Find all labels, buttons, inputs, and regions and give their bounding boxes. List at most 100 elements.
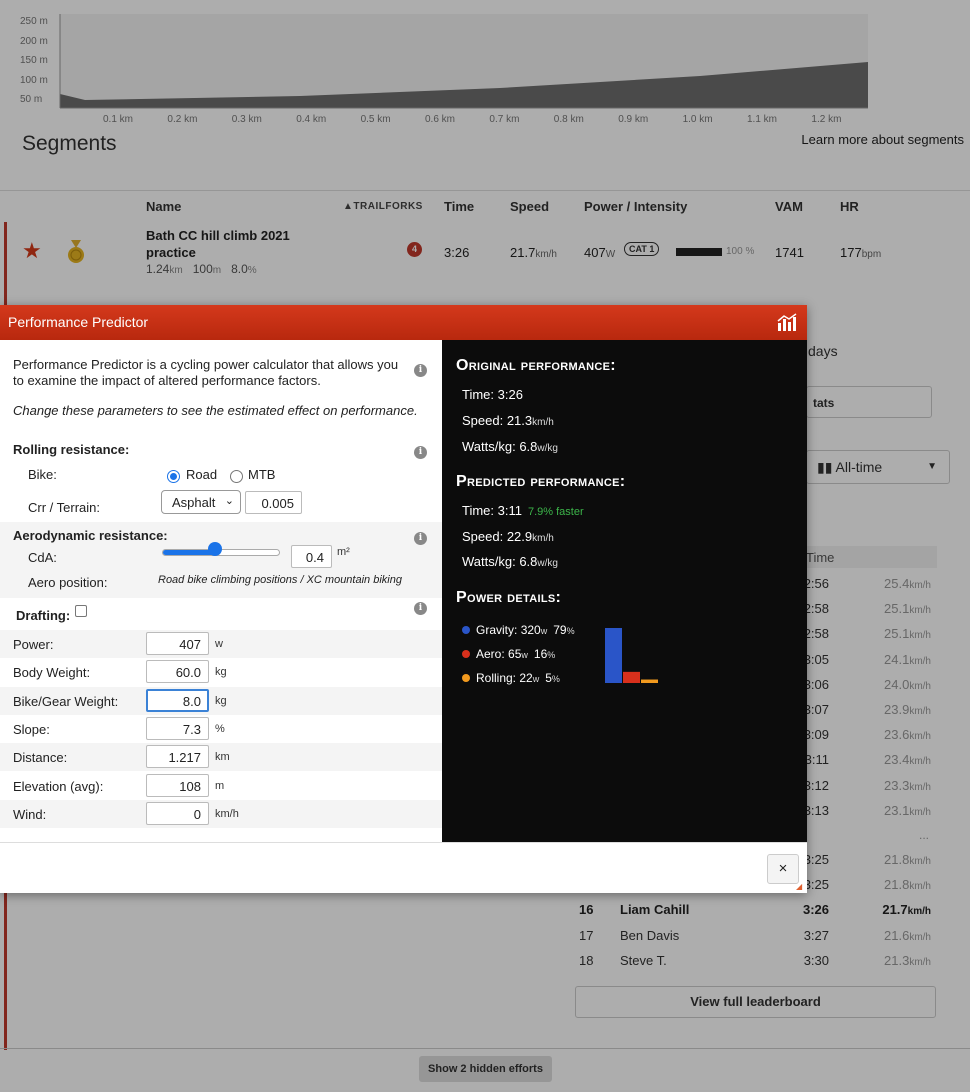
power-label: Aero: bbox=[476, 647, 505, 661]
power-bar bbox=[623, 671, 640, 683]
power-item: Gravity: 320w 79% bbox=[476, 623, 575, 637]
power-percent: 5 bbox=[545, 671, 552, 685]
original-speed-value: 21.3 bbox=[506, 413, 533, 428]
modal-header[interactable]: Performance Predictor bbox=[0, 305, 807, 340]
predicted-title: Predicted performance: bbox=[456, 473, 626, 490]
predicted-wkg-unit: w/kg bbox=[537, 558, 558, 569]
predicted-speed-unit: km/h bbox=[532, 533, 554, 544]
param-row: Body Weight: 60.0 kg bbox=[0, 658, 442, 686]
power-label: Gravity: bbox=[476, 623, 518, 637]
info-icon[interactable]: i bbox=[414, 446, 427, 459]
predicted-wkg: Watts/kg: 6.8w/kg bbox=[462, 554, 558, 569]
param-unit: m bbox=[215, 779, 225, 792]
mtb-radio[interactable] bbox=[230, 470, 243, 483]
param-label: Wind: bbox=[13, 806, 47, 822]
cda-input[interactable]: 0.4 bbox=[291, 545, 332, 568]
drafting-checkbox[interactable] bbox=[75, 605, 87, 617]
performance-predictor-modal: Performance Predictor Performance Predic… bbox=[0, 305, 807, 893]
param-unit: kg bbox=[215, 666, 227, 679]
param-input[interactable]: 1.217 bbox=[146, 745, 209, 769]
cda-unit: m² bbox=[337, 546, 350, 558]
original-wkg-value: 6.8 bbox=[519, 439, 538, 454]
legend-dot bbox=[462, 674, 470, 682]
param-row: Distance: 1.217 km bbox=[0, 743, 442, 772]
original-speed-unit: km/h bbox=[532, 417, 554, 428]
power-unit: w bbox=[521, 650, 528, 660]
original-time-label: Time: bbox=[462, 387, 495, 402]
predicted-wkg-value: 6.8 bbox=[519, 554, 538, 569]
power-percent: 79 bbox=[553, 623, 567, 637]
power-item: Aero: 65w 16% bbox=[476, 647, 555, 661]
parameters-panel: Performance Predictor is a cycling power… bbox=[0, 340, 442, 842]
param-label: Power: bbox=[13, 637, 54, 652]
original-speed: Speed: 21.3km/h bbox=[462, 413, 554, 428]
modal-title: Performance Predictor bbox=[8, 314, 149, 330]
original-wkg-unit: w/kg bbox=[537, 443, 558, 454]
power-label: Rolling: bbox=[476, 671, 517, 685]
chevron-down-icon: ⌄ bbox=[224, 495, 234, 507]
road-label[interactable]: Road bbox=[186, 467, 217, 482]
param-row: Elevation (avg): 108 m bbox=[0, 772, 442, 800]
param-row: Bike/Gear Weight: 8.0 kg bbox=[0, 686, 442, 715]
param-row: Slope: 7.3% bbox=[0, 715, 442, 743]
intro-hint: Change these parameters to see the estim… bbox=[13, 403, 418, 418]
param-row: Wind: 0 km/h bbox=[0, 799, 442, 828]
power-percent: 16 bbox=[533, 647, 548, 661]
results-panel: Original performance: Time: 3:26 Speed: … bbox=[442, 340, 807, 842]
chart-icon bbox=[777, 313, 797, 331]
param-label: Elevation (avg): bbox=[13, 778, 104, 794]
power-title: Power details: bbox=[456, 589, 562, 606]
original-title: Original performance: bbox=[456, 357, 616, 374]
power-value: 320 bbox=[520, 623, 541, 637]
mtb-label[interactable]: MTB bbox=[248, 467, 275, 482]
legend-dot bbox=[462, 626, 470, 634]
param-input[interactable]: 8.0 bbox=[146, 688, 209, 712]
cda-label: CdA: bbox=[28, 550, 57, 565]
crr-label: Crr / Terrain: bbox=[28, 500, 100, 515]
road-radio[interactable] bbox=[167, 470, 180, 483]
param-row: Power: 407 w bbox=[0, 630, 442, 658]
intro-text: Performance Predictor is a cycling power… bbox=[13, 357, 399, 388]
power-item: Rolling: 22w 5% bbox=[476, 671, 560, 685]
faster-badge: 7.9% faster bbox=[528, 506, 584, 518]
param-label: Bike/Gear Weight: bbox=[13, 693, 119, 709]
param-unit: km/h bbox=[215, 807, 239, 820]
predicted-time-value: 3:11 bbox=[497, 503, 522, 518]
predicted-wkg-label: Watts/kg: bbox=[462, 554, 516, 569]
original-speed-label: Speed: bbox=[462, 413, 504, 428]
param-input[interactable]: 108 bbox=[146, 773, 209, 797]
param-unit: km bbox=[215, 751, 230, 764]
power-bar bbox=[641, 679, 658, 683]
param-label: Body Weight: bbox=[13, 665, 91, 681]
param-input[interactable]: 0 bbox=[146, 801, 209, 825]
info-icon[interactable]: i bbox=[414, 532, 427, 545]
predicted-speed: Speed: 22.9km/h bbox=[462, 529, 554, 544]
param-label: Distance: bbox=[13, 750, 68, 766]
power-percent-unit: % bbox=[547, 650, 556, 660]
param-input[interactable]: 7.3 bbox=[146, 716, 209, 740]
crr-input[interactable]: 0.005 bbox=[245, 491, 302, 514]
predicted-speed-value: 22.9 bbox=[506, 529, 533, 544]
resize-handle-icon[interactable]: ◢ bbox=[796, 882, 804, 891]
param-label: Slope: bbox=[13, 721, 50, 737]
predicted-time: Time: 3:11 7.9% faster bbox=[462, 503, 584, 518]
power-breakdown-chart bbox=[605, 628, 658, 683]
legend-dot bbox=[462, 650, 470, 658]
terrain-select[interactable]: Asphalt ⌄ bbox=[161, 490, 241, 514]
power-value: 22 bbox=[519, 671, 533, 685]
rolling-title: Rolling resistance: bbox=[13, 442, 130, 457]
modal-footer: × ◢ bbox=[0, 842, 807, 893]
info-icon[interactable]: i bbox=[414, 364, 427, 377]
info-icon[interactable]: i bbox=[414, 602, 427, 615]
param-input[interactable]: 407 bbox=[146, 632, 209, 655]
original-time-value: 3:26 bbox=[497, 387, 523, 402]
original-time: Time: 3:26 bbox=[462, 387, 523, 402]
power-unit: w bbox=[532, 674, 540, 684]
original-wkg: Watts/kg: 6.8w/kg bbox=[462, 439, 558, 454]
aero-position-desc: Road bike climbing positions / XC mounta… bbox=[158, 574, 402, 586]
predicted-speed-label: Speed: bbox=[462, 529, 504, 544]
param-input[interactable]: 60.0 bbox=[146, 660, 209, 684]
bike-label: Bike: bbox=[28, 467, 57, 482]
power-percent-unit: % bbox=[551, 674, 560, 684]
close-button[interactable]: × bbox=[767, 854, 799, 884]
